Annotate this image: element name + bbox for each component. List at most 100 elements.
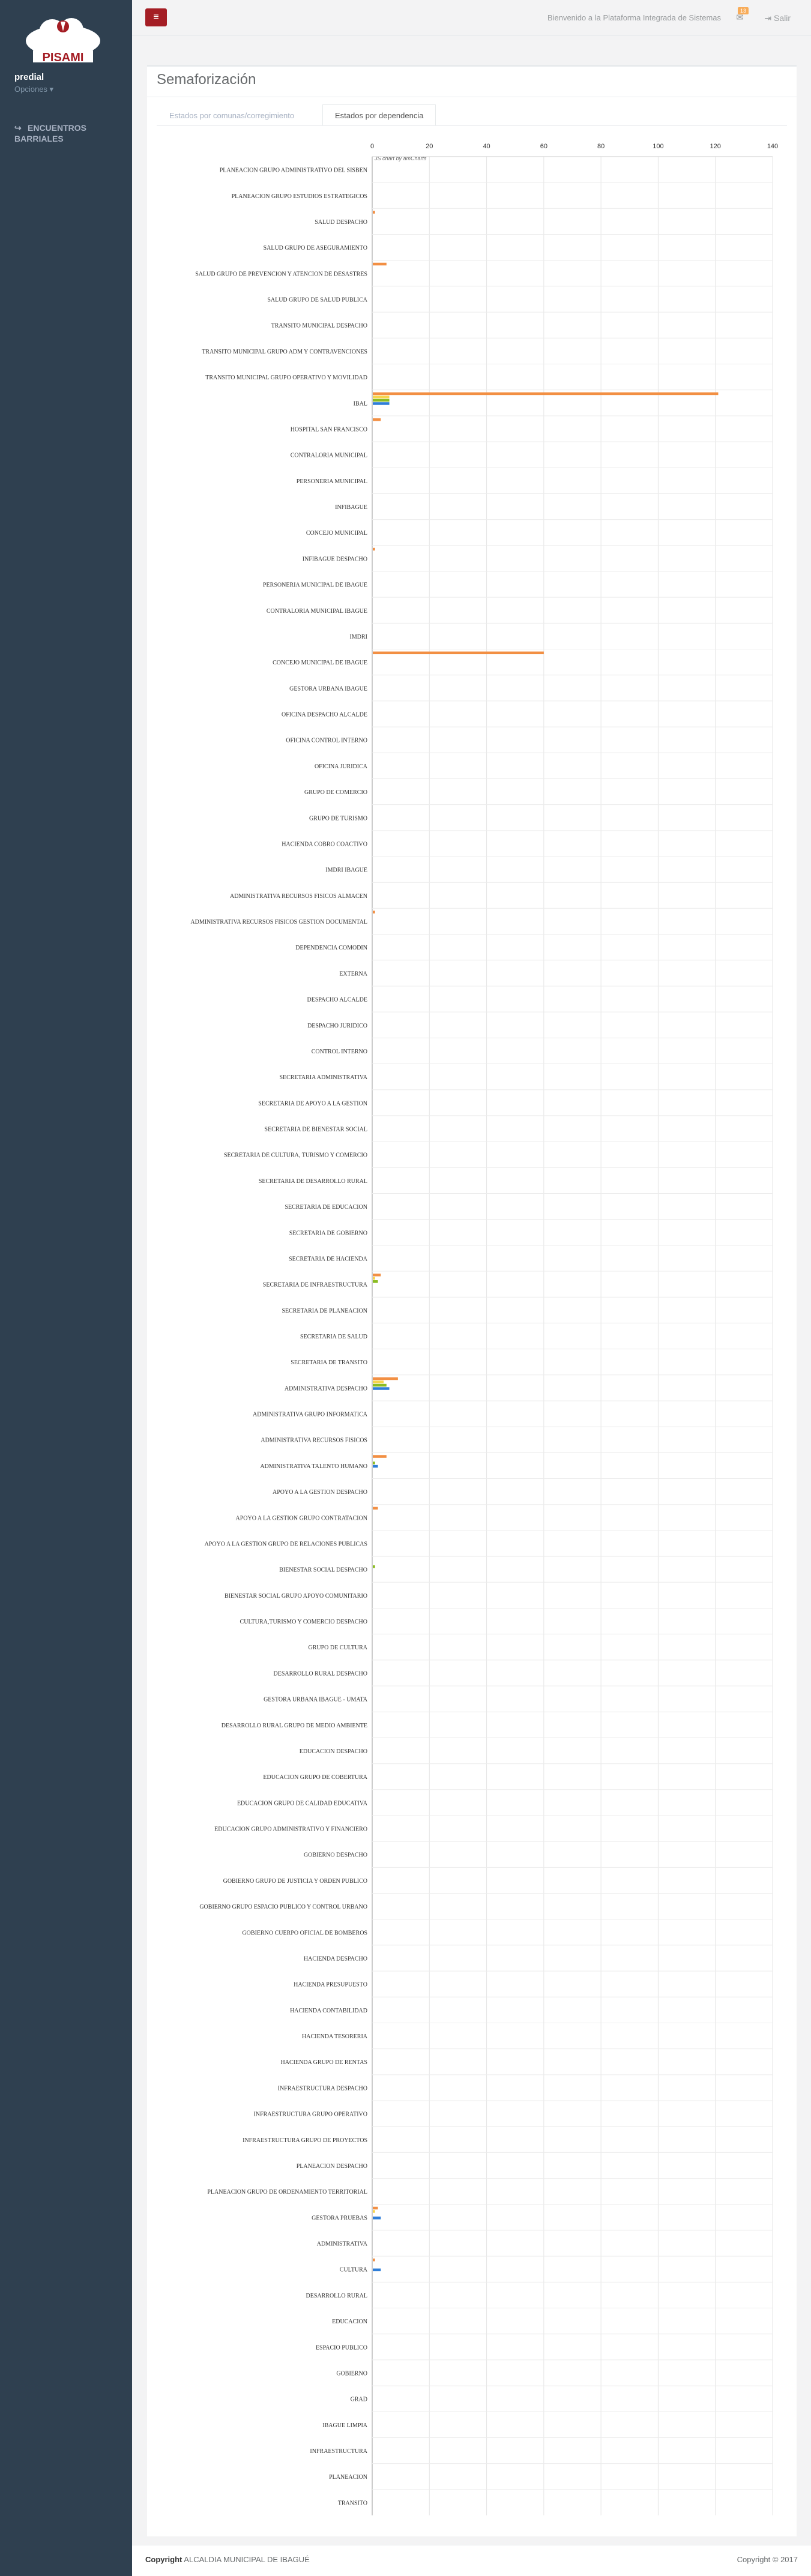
category-label: HACIENDA DESPACHO <box>304 1955 367 1962</box>
logo-text: PISAMI <box>43 51 84 64</box>
category-label: INFRAESTRUCTURA GRUPO OPERATIVO <box>254 2111 367 2118</box>
menu-toggle-button[interactable]: ≡ <box>145 8 167 26</box>
x-tick-label: 60 <box>540 143 547 150</box>
bar-chart: 0 20 40 60 80 100 120 140JS chart by amChartsPL… <box>190 143 778 2515</box>
category-label: ADMINISTRATIVA DESPACHO <box>285 1385 367 1392</box>
category-label: PLANEACION GRUPO DE ORDENAMIENTO TERRITO… <box>207 2189 367 2195</box>
top-navbar: ≡ Bienvenido a la Plataforma Integrada d… <box>132 0 811 36</box>
category-label: HOSPITAL SAN FRANCISCO <box>291 426 367 433</box>
category-label: EXTERNA <box>339 971 367 977</box>
x-tick-label: 20 <box>426 143 433 150</box>
share-icon: ↪ <box>14 123 22 133</box>
category-label: CULTURA <box>340 2267 368 2274</box>
category-label: HACIENDA CONTABILIDAD <box>290 2008 367 2014</box>
mail-count-badge: 13 <box>737 7 749 14</box>
bar <box>373 1461 375 1464</box>
category-label: SALUD GRUPO DE ASEGURAMIENTO <box>264 245 367 251</box>
sidebar-item-encuentros-barriales[interactable]: ↪ ENCUENTROS BARRIALES <box>14 122 122 144</box>
category-label: OFICINA DESPACHO ALCALDE <box>282 712 367 718</box>
category-label: SECRETARIA DE TRANSITO <box>291 1359 367 1366</box>
category-label: GRAD <box>351 2397 367 2403</box>
category-label: INFIBAGUE DESPACHO <box>303 556 367 562</box>
organization-name: ALCALDIA MUNICIPAL DE IBAGUÉ <box>184 2555 310 2564</box>
bar <box>373 1387 390 1390</box>
category-label: GOBIERNO DESPACHO <box>304 1852 367 1859</box>
category-label: APOYO A LA GESTION DESPACHO <box>273 1489 367 1496</box>
category-label: IBAL <box>354 400 367 407</box>
bar <box>373 1383 387 1387</box>
category-label: ADMINISTRATIVA RECURSOS FISICOS GESTION … <box>190 919 367 925</box>
footer-copyright: Copyright ALCALDIA MUNICIPAL DE IBAGUÉ <box>145 2555 310 2564</box>
logout-link[interactable]: ⇥ Salir <box>764 13 791 23</box>
category-label: GESTORA URBANA IBAGUE - UMATA <box>264 1697 368 1703</box>
category-label: APOYO A LA GESTION GRUPO DE RELACIONES P… <box>205 1541 367 1547</box>
hamburger-icon: ≡ <box>153 12 159 22</box>
bar <box>373 211 375 214</box>
bar <box>373 1455 387 1458</box>
bar <box>373 2206 378 2210</box>
category-label: TRANSITO MUNICIPAL GRUPO OPERATIVO Y MOV… <box>205 375 367 381</box>
category-label: SECRETARIA DE BIENESTAR SOCIAL <box>265 1127 367 1133</box>
category-label: GRUPO DE CULTURA <box>308 1645 367 1651</box>
category-label: ADMINISTRATIVA RECURSOS FISICOS <box>261 1437 367 1444</box>
category-label: GESTORA PRUEBAS <box>312 2215 367 2221</box>
category-label: TRANSITO <box>338 2500 367 2506</box>
x-tick-label: 120 <box>710 143 721 150</box>
category-label: GOBIERNO GRUPO DE JUSTICIA Y ORDEN PUBLI… <box>223 1878 367 1885</box>
welcome-message: Bienvenido a la Plataforma Integrada de … <box>547 13 721 22</box>
category-label: OFICINA JURIDICA <box>315 763 368 770</box>
category-label: CONTROL INTERNO <box>312 1049 367 1055</box>
category-label: APOYO A LA GESTION GRUPO CONTRATACION <box>236 1515 368 1521</box>
category-label: GOBIERNO CUERPO OFICIAL DE BOMBEROS <box>242 1930 367 1936</box>
category-label: DEPENDENCIA COMODIN <box>295 945 367 951</box>
category-label: TRANSITO MUNICIPAL DESPACHO <box>271 323 367 330</box>
category-label: HACIENDA PRESUPUESTO <box>294 1982 367 1988</box>
category-label: PLANEACION DESPACHO <box>297 2163 367 2170</box>
footer-year: Copyright © 2017 <box>737 2555 798 2564</box>
category-label: GESTORA URBANA IBAGUE <box>289 685 367 692</box>
user-options-label: Opciones <box>14 85 47 94</box>
bar <box>373 1280 378 1283</box>
category-label: EDUCACION <box>332 2319 367 2325</box>
bar <box>373 396 390 399</box>
x-tick-label: 140 <box>767 143 778 150</box>
category-label: EDUCACION GRUPO DE COBERTURA <box>263 1774 367 1781</box>
category-label: SECRETARIA DE PLANEACION <box>282 1308 367 1314</box>
bar <box>373 910 375 913</box>
category-label: EDUCACION GRUPO ADMINISTRATIVO Y FINANCI… <box>214 1826 367 1833</box>
category-label: ADMINISTRATIVA GRUPO INFORMATICA <box>253 1412 368 1418</box>
category-label: SALUD DESPACHO <box>315 219 367 226</box>
category-label: GOBIERNO <box>336 2370 367 2377</box>
category-label: DESARROLLO RURAL GRUPO DE MEDIO AMBIENTE <box>222 1723 367 1729</box>
bar <box>373 262 387 266</box>
bar <box>373 1565 375 1568</box>
category-label: HACIENDA COBRO COACTIVO <box>282 841 367 847</box>
bar <box>373 392 719 396</box>
category-label: PERSONERIA MUNICIPAL DE IBAGUE <box>263 582 367 589</box>
category-label: TRANSITO MUNICIPAL GRUPO ADM Y CONTRAVEN… <box>202 349 367 355</box>
bar <box>373 418 381 421</box>
category-label: GRUPO DE COMERCIO <box>304 789 367 796</box>
bar <box>373 1506 378 1510</box>
bar <box>373 2268 381 2272</box>
category-label: ADMINISTRATIVA <box>317 2241 368 2248</box>
user-options-dropdown[interactable]: Opciones ▾ <box>14 85 53 94</box>
copyright-label: Copyright <box>145 2555 182 2564</box>
category-label: INFIBAGUE <box>335 504 367 511</box>
category-label: PLANEACION <box>329 2474 367 2481</box>
pisami-logo[interactable]: PISAMI <box>21 13 105 67</box>
category-label: DESARROLLO RURAL DESPACHO <box>273 1670 367 1677</box>
bar <box>373 651 544 655</box>
category-label: IMDRI IBAGUE <box>325 867 367 874</box>
category-label: SALUD GRUPO DE SALUD PUBLICA <box>267 297 367 304</box>
sign-out-icon: ⇥ <box>764 13 772 23</box>
bar <box>373 1464 378 1468</box>
category-label: INFRAESTRUCTURA <box>310 2448 367 2455</box>
category-label: GRUPO DE TURISMO <box>309 815 367 822</box>
category-label: SECRETARIA DE EDUCACION <box>285 1204 367 1211</box>
x-tick-label: 40 <box>483 143 490 150</box>
category-label: DESPACHO JURIDICO <box>307 1023 367 1029</box>
bar <box>373 2210 375 2213</box>
category-label: ESPACIO PUBLICO <box>316 2344 367 2351</box>
bar <box>373 1377 398 1380</box>
